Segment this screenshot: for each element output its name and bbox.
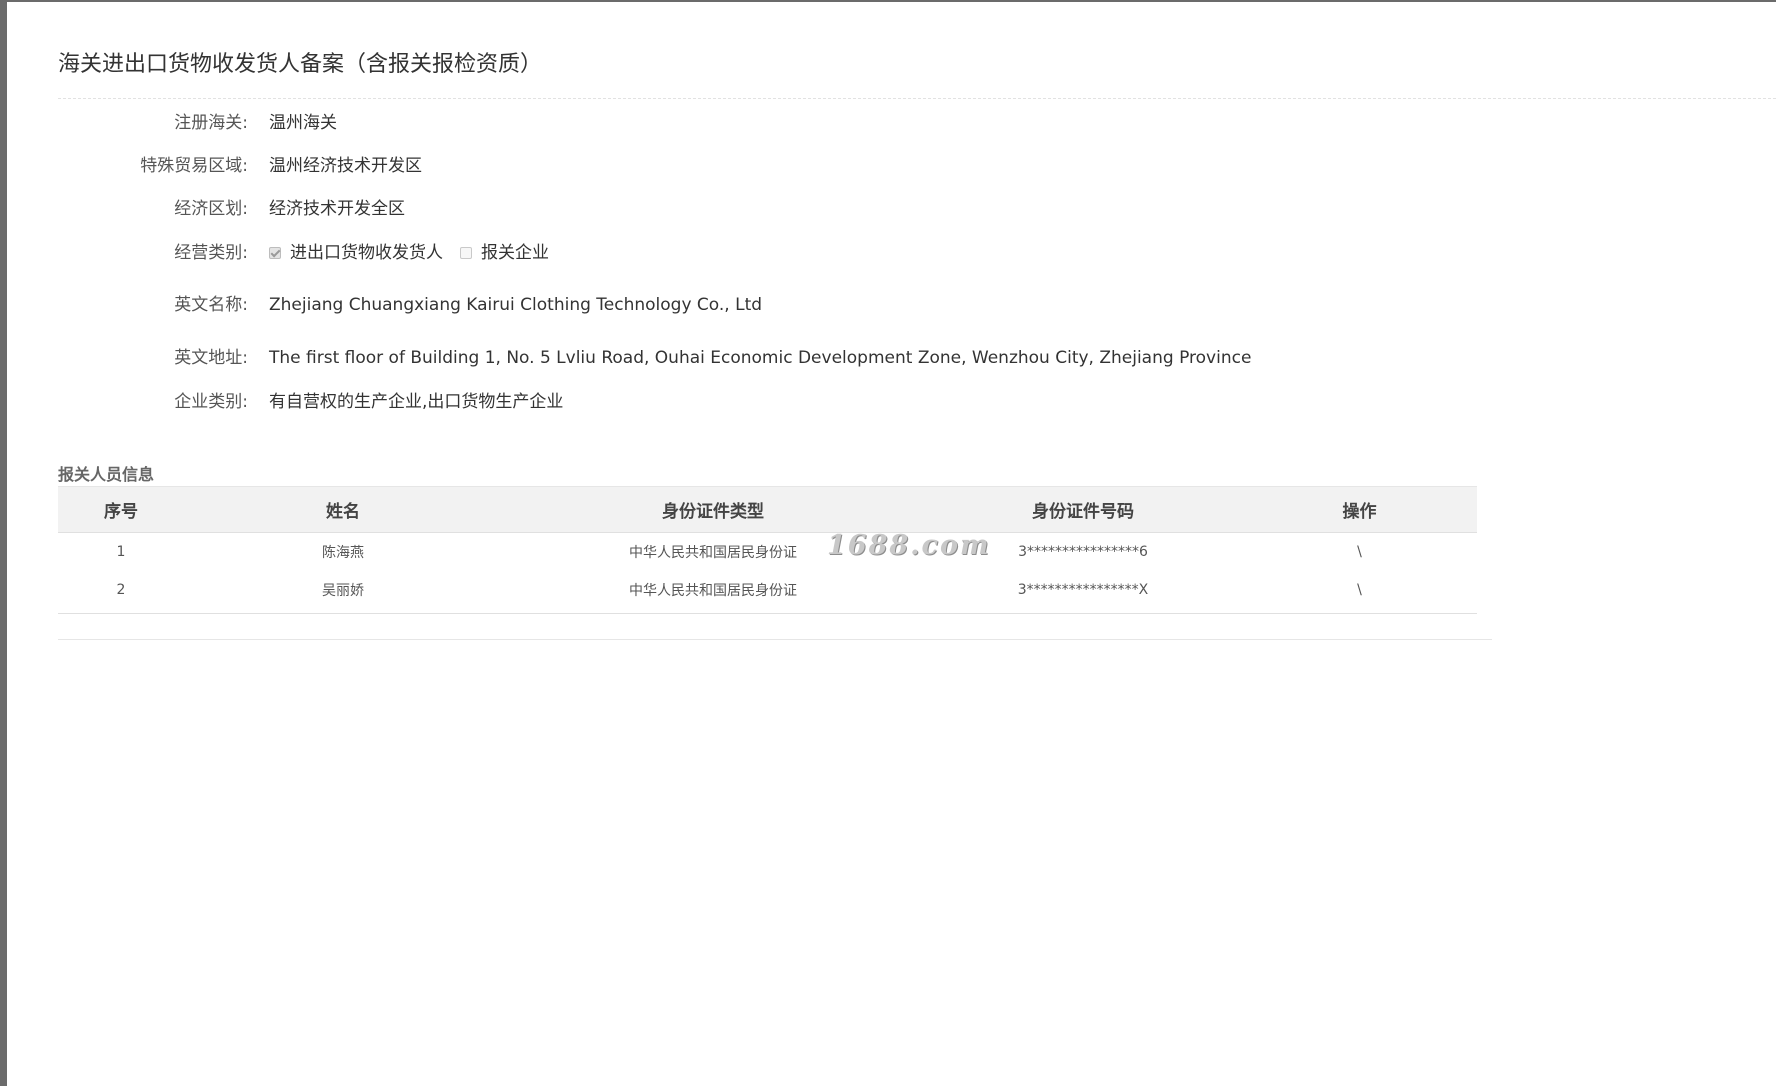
- column-header-action: 操作: [1242, 486, 1477, 533]
- enterprise-type-label: 企业类别:: [174, 392, 248, 412]
- row-action: \: [1357, 544, 1362, 561]
- business-type-label: 经营类别:: [174, 243, 248, 263]
- personnel-section-title: 报关人员信息: [58, 465, 155, 484]
- customs-label: 注册海关:: [174, 113, 248, 133]
- row-action: \: [1357, 581, 1362, 598]
- row-index: 2: [116, 581, 126, 598]
- watermark-logo: 1688.com: [827, 530, 991, 561]
- content-panel: 海关进出口货物收发货人备案（含报关报检资质） 注册海关: 温州海关 特殊贸易区域…: [7, 2, 1776, 1086]
- window-left-border: [0, 0, 7, 1086]
- row-index: 1: [116, 544, 126, 561]
- english-address-label: 英文地址:: [174, 348, 248, 368]
- page-title: 海关进出口货物收发货人备案（含报关报检资质）: [58, 52, 543, 77]
- customs-value: 温州海关: [269, 113, 337, 133]
- import-export-option-label: 进出口货物收发货人: [290, 243, 443, 263]
- column-header-id-number: 身份证件号码: [924, 486, 1242, 533]
- column-header-index: 序号: [58, 486, 184, 533]
- enterprise-type-value: 有自营权的生产企业,出口货物生产企业: [269, 392, 564, 412]
- row-name: 吴丽娇: [322, 582, 364, 599]
- column-header-name: 姓名: [184, 486, 502, 533]
- row-name: 陈海燕: [322, 545, 364, 562]
- table-row: 1 陈海燕 中华人民共和国居民身份证 3****************6 \: [58, 533, 1477, 572]
- row-id-type: 中华人民共和国居民身份证: [629, 582, 797, 599]
- table-row: 2 吴丽娇 中华人民共和国居民身份证 3****************X \: [58, 572, 1477, 611]
- trade-zone-value: 温州经济技术开发区: [269, 156, 422, 176]
- english-address-value: The first floor of Building 1, No. 5 Lvl…: [269, 348, 1252, 368]
- economic-zone-value: 经济技术开发全区: [269, 199, 405, 219]
- trade-zone-label: 特殊贸易区域:: [140, 156, 248, 176]
- business-type-options: 进出口货物收发货人 报关企业: [269, 240, 566, 266]
- table-bottom-border: [58, 613, 1477, 614]
- customs-broker-option-label: 报关企业: [481, 243, 549, 263]
- title-divider: [58, 98, 1776, 99]
- personnel-table: 序号 姓名 身份证件类型 身份证件号码 操作 1 陈海燕 中华人民共和国居民身份…: [58, 486, 1477, 611]
- economic-zone-label: 经济区划:: [174, 199, 248, 219]
- customs-broker-checkbox[interactable]: [460, 247, 472, 259]
- personnel-table-container: 序号 姓名 身份证件类型 身份证件号码 操作 1 陈海燕 中华人民共和国居民身份…: [58, 486, 1477, 611]
- english-name-value: Zhejiang Chuangxiang Kairui Clothing Tec…: [269, 295, 763, 315]
- footer-divider: [58, 639, 1492, 640]
- row-id-number: 3****************X: [1017, 581, 1149, 598]
- english-name-label: 英文名称:: [174, 295, 248, 315]
- table-header-row: 序号 姓名 身份证件类型 身份证件号码 操作: [58, 486, 1477, 533]
- import-export-checkbox[interactable]: [269, 247, 281, 259]
- column-header-id-type: 身份证件类型: [502, 486, 924, 533]
